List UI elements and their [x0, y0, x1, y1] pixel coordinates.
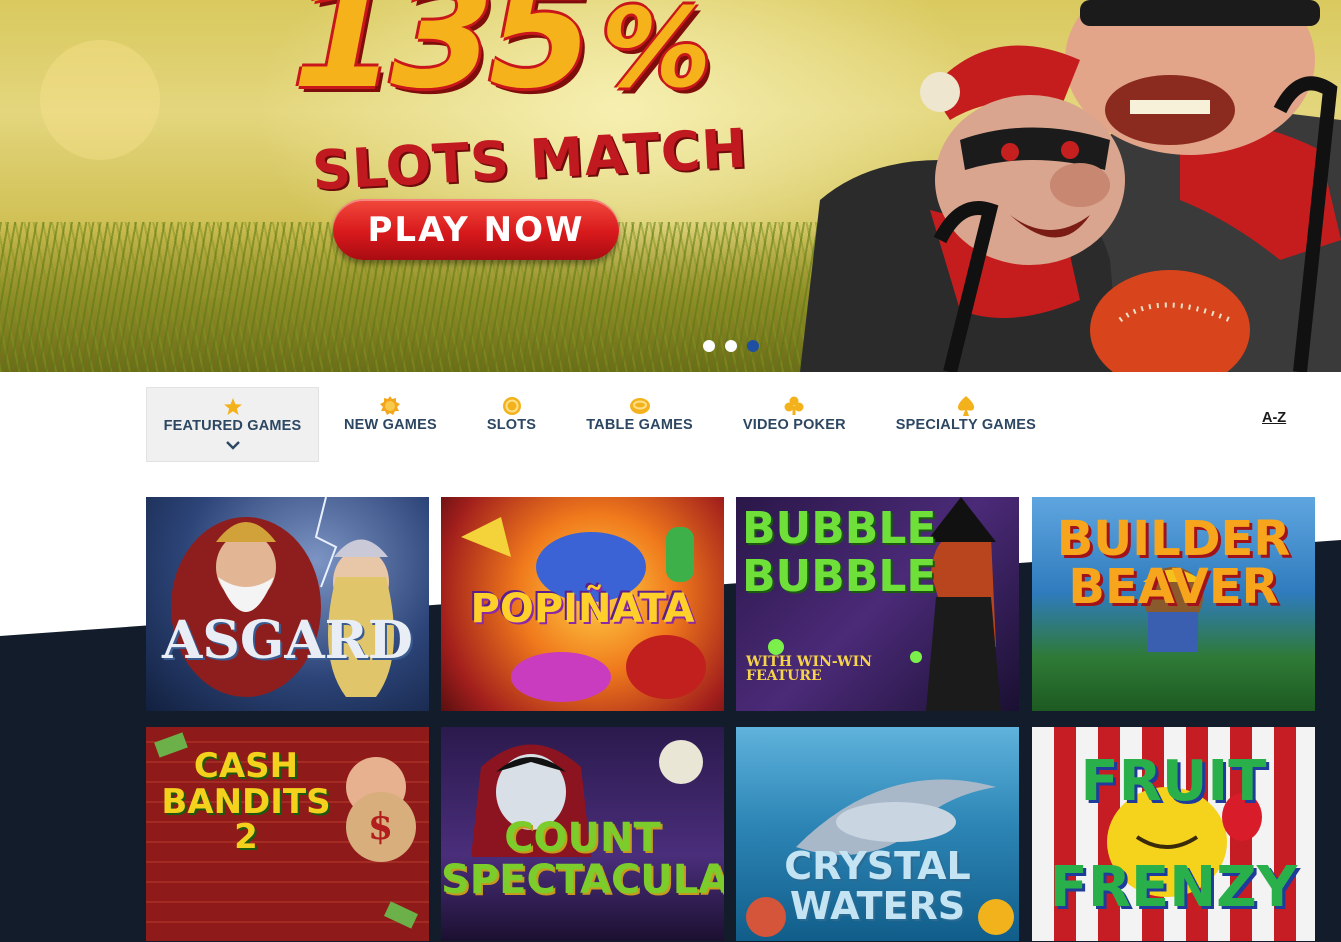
tab-table-games[interactable]: TABLE GAMES	[561, 387, 718, 462]
tab-label: SLOTS	[486, 417, 537, 433]
svg-text:$: $	[368, 806, 393, 848]
chevron-down-icon	[225, 437, 240, 455]
game-title: BUILDER BEAVER	[1056, 511, 1291, 615]
carousel-dots	[703, 340, 759, 352]
club-icon	[784, 396, 804, 415]
game-tile-fruit-frenzy[interactable]: FRUIT FRENZY	[1032, 727, 1315, 941]
game-title: BUBBLE BUBBLE	[742, 503, 937, 603]
game-title: COUNT SPECTACULAR	[441, 815, 724, 903]
game-category-tabs: FEATURED GAMES NEW GAMES SLOTS TABLE GAM…	[146, 387, 1061, 462]
spade-icon	[957, 396, 975, 416]
play-now-button[interactable]: PLAY NOW	[333, 199, 619, 260]
game-artwork	[171, 497, 394, 697]
tab-specialty-games[interactable]: SPECIALTY GAMES	[871, 387, 1061, 462]
game-tile-bubble-bubble[interactable]: BUBBLE BUBBLE WITH WIN-WIN FEATURE	[736, 497, 1019, 711]
game-tile-cash-bandits-2[interactable]: $ CASH BANDITS 2	[146, 727, 429, 941]
tab-label: NEW GAMES	[344, 417, 437, 433]
new-badge-icon	[379, 396, 401, 415]
tab-featured-games[interactable]: FEATURED GAMES	[146, 387, 319, 462]
promo-subheadline: SLOTS MATCH	[310, 116, 750, 203]
game-tile-crystal-waters[interactable]: CRYSTAL WATERS	[736, 727, 1019, 941]
carousel-dot-2[interactable]	[725, 340, 737, 352]
game-title: CASH BANDITS 2	[161, 746, 331, 858]
bandits-illustration	[800, 0, 1341, 372]
game-tile-count-spectacular[interactable]: COUNT SPECTACULAR	[441, 727, 724, 941]
tab-slots[interactable]: SLOTS	[462, 387, 561, 462]
game-title: ASGARD	[162, 610, 413, 671]
game-tile-popinata[interactable]: POPIÑATA	[441, 497, 724, 711]
game-tile-asgard[interactable]: ASGARD	[146, 497, 429, 711]
bokeh-light	[40, 40, 160, 160]
slots-coin-icon	[502, 397, 522, 415]
carousel-dot-3[interactable]	[747, 340, 759, 352]
game-title: CRYSTAL WATERS	[784, 844, 971, 928]
chip-icon	[629, 397, 651, 415]
tab-label: SPECIALTY GAMES	[895, 417, 1036, 433]
a-z-link[interactable]: A-Z	[1262, 410, 1286, 426]
promo-banner[interactable]: 135% SLOTS MATCH PLAY NOW	[0, 0, 1341, 372]
tab-label: FEATURED GAMES	[163, 418, 302, 434]
game-title: POPIÑATA	[470, 586, 695, 632]
tab-video-poker[interactable]: VIDEO POKER	[718, 387, 871, 462]
tab-new-games[interactable]: NEW GAMES	[319, 387, 462, 462]
tab-label: TABLE GAMES	[586, 417, 693, 433]
carousel-dot-1[interactable]	[703, 340, 715, 352]
promo-headline: 135%	[292, 0, 711, 122]
game-subtitle: WITH WIN-WIN FEATURE	[746, 654, 872, 684]
game-title: FRUIT FRENZY	[1049, 749, 1298, 921]
tab-label: VIDEO POKER	[742, 417, 846, 433]
star-icon	[223, 398, 243, 416]
game-tile-builder-beaver[interactable]: BUILDER BEAVER	[1032, 497, 1315, 711]
